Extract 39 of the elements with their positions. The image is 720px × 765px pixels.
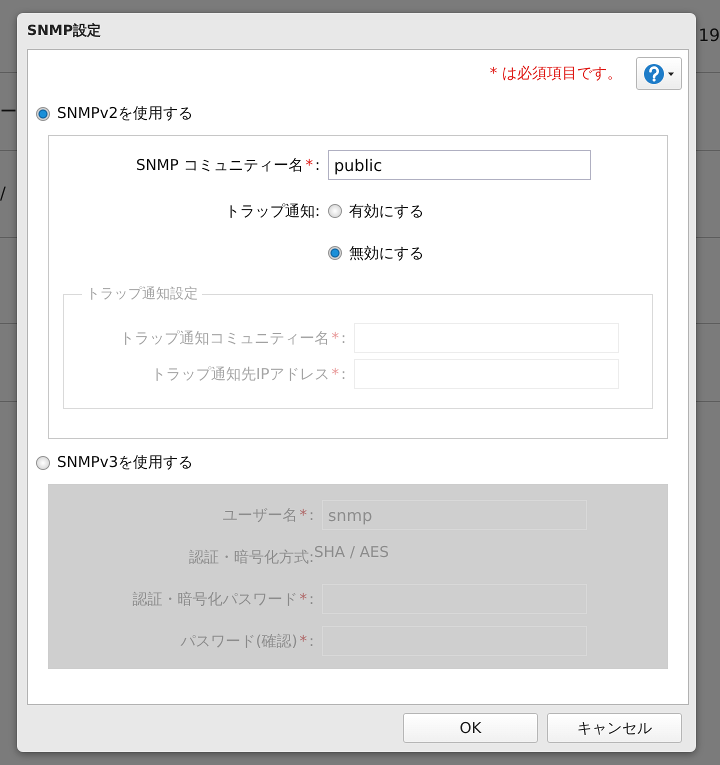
radio-button[interactable] (328, 246, 342, 260)
colon: : (340, 364, 346, 384)
field-label: トラップ通知コミュニティー名 (119, 328, 330, 348)
required-mark: * (305, 156, 313, 174)
background-text: / (0, 184, 6, 204)
background-text: 19 (698, 26, 720, 46)
dialog-button[interactable]: キャンセル (547, 713, 682, 743)
required-mark: * (490, 64, 498, 82)
field-value: SHA / AES (314, 543, 389, 561)
radio-label: SNMPv3を使用する (57, 453, 194, 472)
field-label: SNMP コミュニティー名 (136, 156, 304, 174)
field-label: ユーザー名 (222, 506, 298, 524)
radio-label: 無効にする (349, 244, 424, 262)
background-text: ー (0, 101, 17, 123)
dialog-button[interactable]: OK (403, 713, 538, 743)
field-label: 認証・暗号化パスワード (132, 590, 298, 608)
required-mark: * (331, 364, 339, 384)
required-mark: * (299, 632, 307, 650)
required-mark: * (299, 590, 307, 608)
radio-button[interactable] (36, 106, 50, 120)
radio-label: SNMPv2を使用する (57, 104, 194, 123)
colon: : (340, 328, 346, 348)
required-mark: * (299, 506, 307, 524)
radio-button[interactable] (328, 204, 342, 218)
required-mark: * (331, 328, 339, 348)
community-input[interactable]: public (328, 150, 591, 180)
group-legend: トラップ通知設定 (82, 285, 202, 303)
field-label: トラップ通知: (224, 202, 320, 220)
field-label: トラップ通知先IPアドレス (150, 364, 330, 384)
colon: : (308, 632, 314, 650)
help-button[interactable] (636, 57, 682, 90)
field-label: パスワード(確認) (180, 632, 298, 650)
required-note: は必須項目です。 (502, 64, 622, 82)
dialog-title: SNMP設定 (27, 22, 101, 40)
colon: : (308, 506, 314, 524)
radio-label: 有効にする (349, 202, 424, 220)
field-label: 認証・暗号化方式: (188, 548, 314, 566)
colon: : (314, 156, 320, 174)
colon: : (308, 590, 314, 608)
